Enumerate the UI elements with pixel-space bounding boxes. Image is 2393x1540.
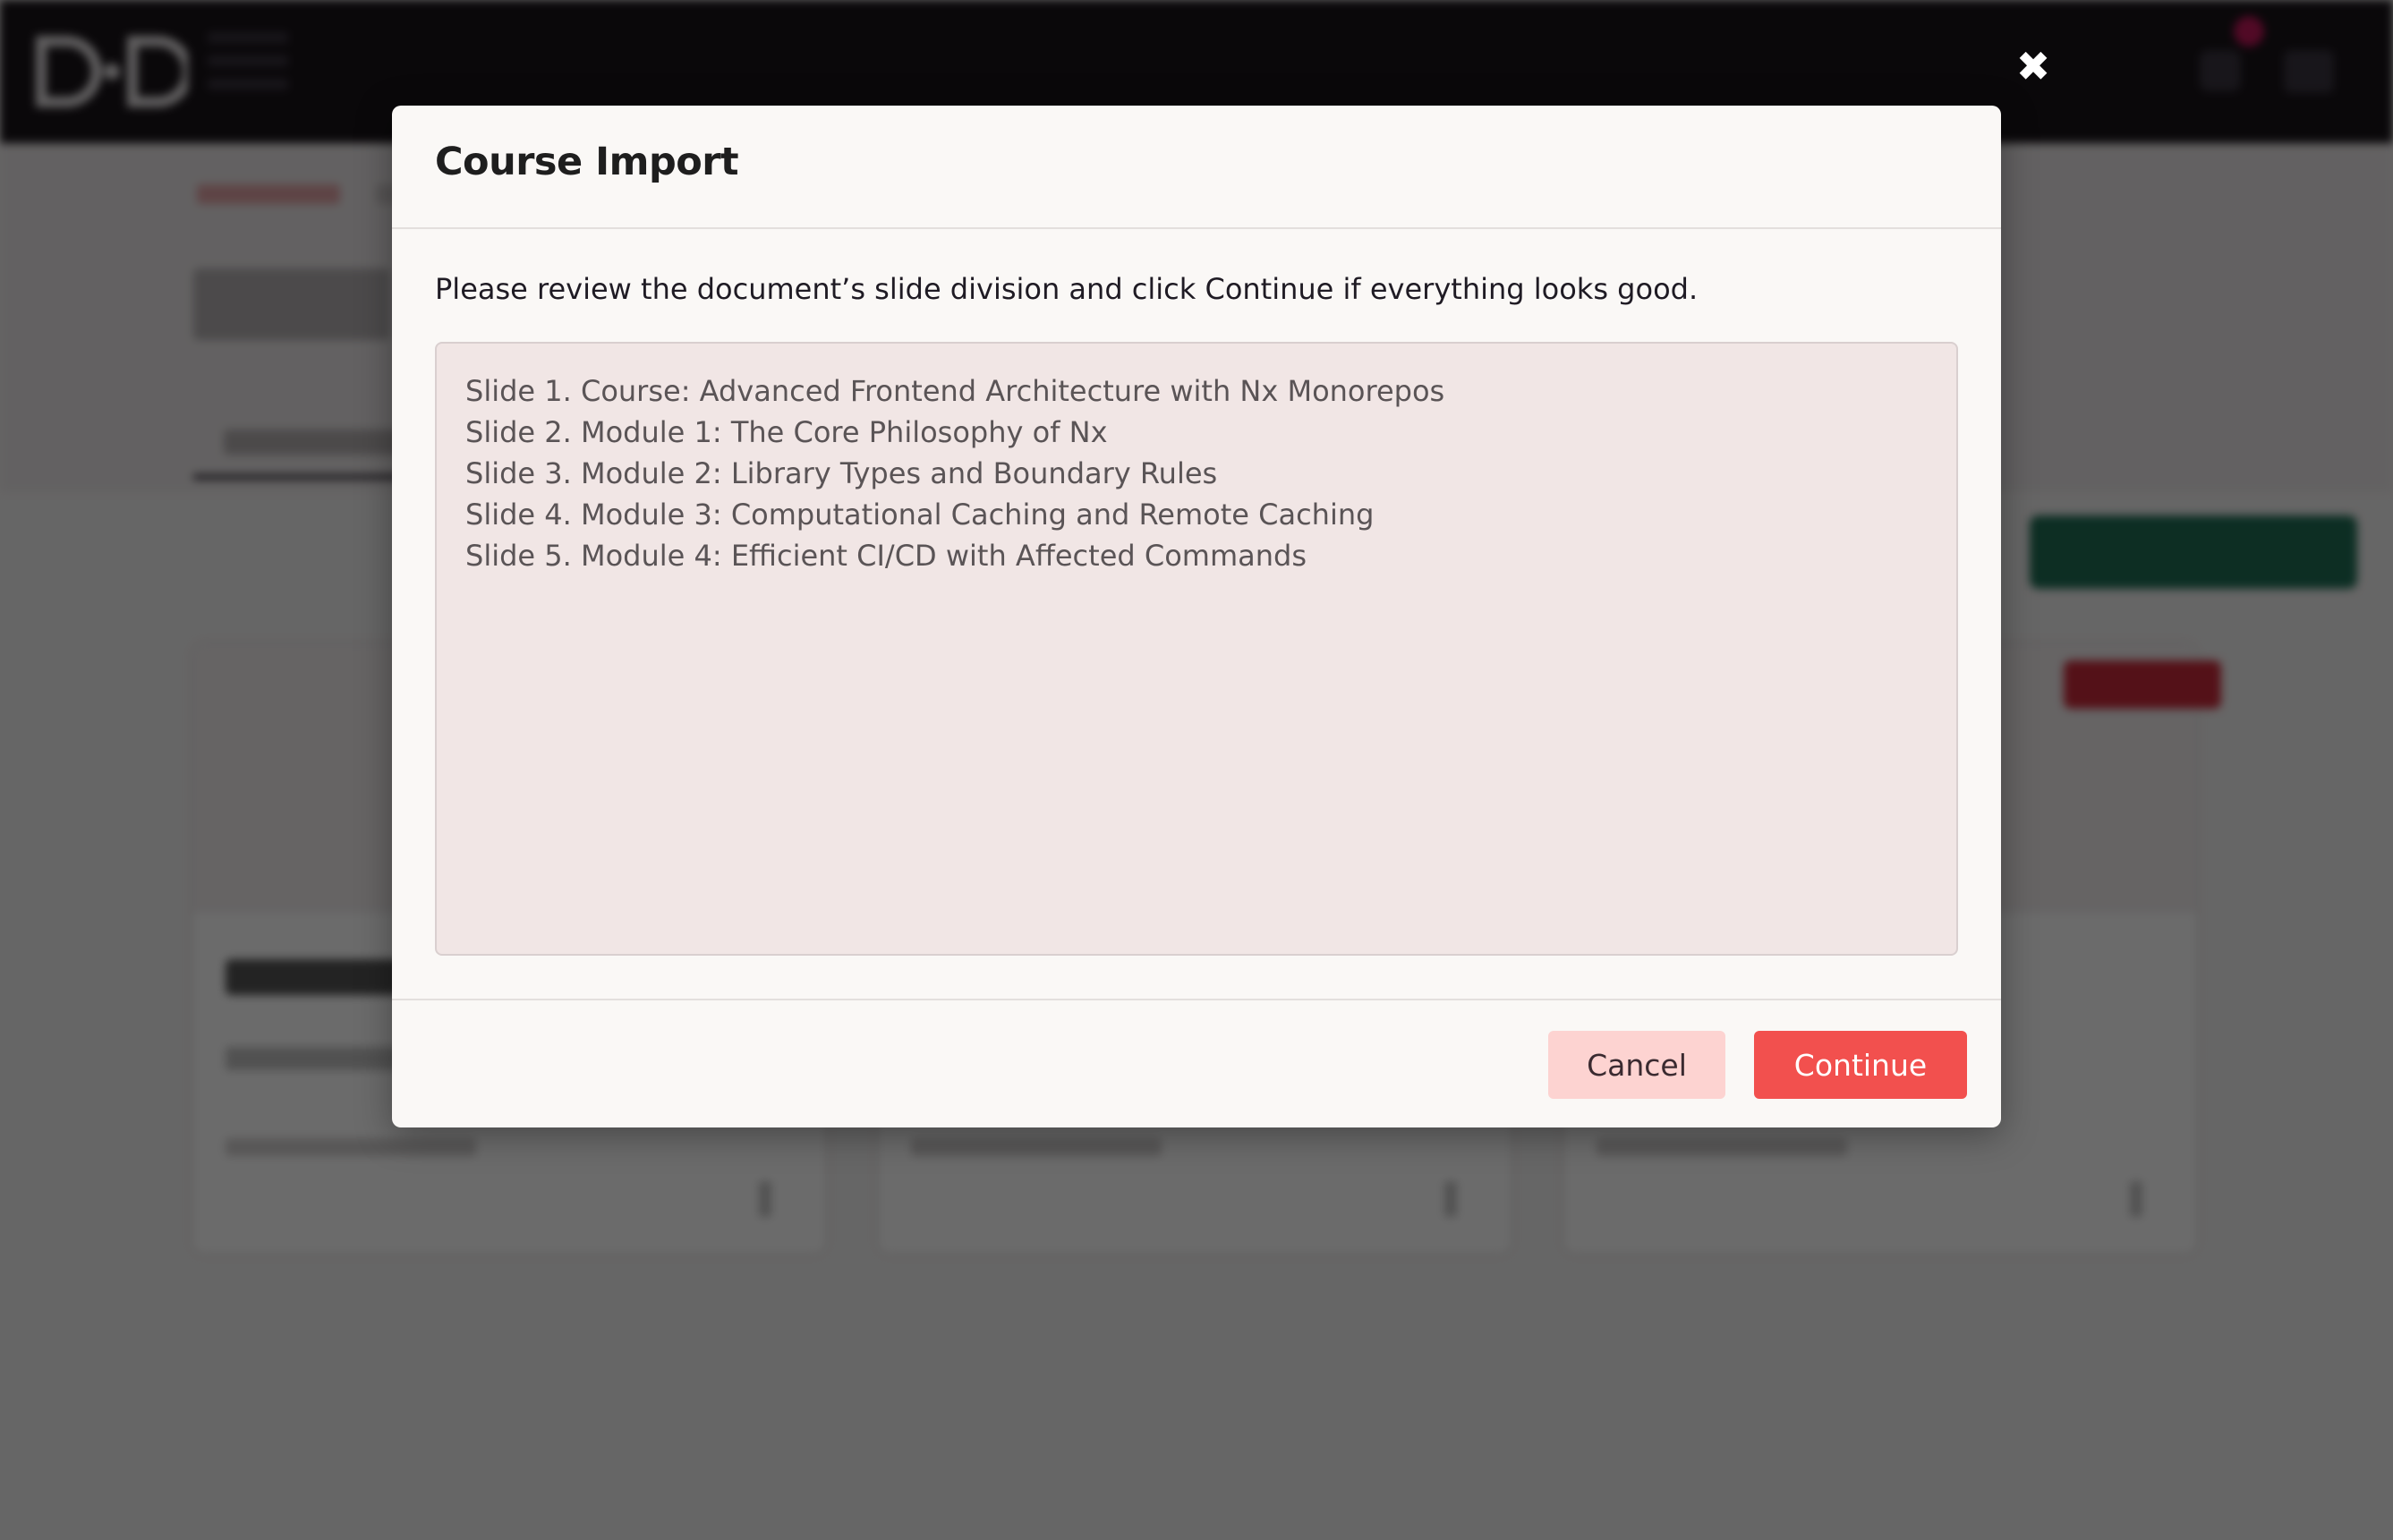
slide-item: Slide 5. Module 4: Efficient CI/CD with … bbox=[465, 539, 1307, 573]
dialog-description: Please review the document’s slide divis… bbox=[435, 272, 1699, 306]
slide-item: Slide 2. Module 1: The Core Philosophy o… bbox=[465, 415, 1108, 449]
cancel-button[interactable]: Cancel bbox=[1548, 1031, 1725, 1099]
close-icon[interactable]: ✖ bbox=[2014, 46, 2053, 87]
slide-item: Slide 1. Course: Advanced Frontend Archi… bbox=[465, 374, 1445, 408]
slide-item: Slide 3. Module 2: Library Types and Bou… bbox=[465, 456, 1218, 490]
slide-item: Slide 4. Module 3: Computational Caching… bbox=[465, 498, 1375, 532]
dialog-title: Course Import bbox=[435, 140, 739, 184]
course-import-dialog: Course Import Please review the document… bbox=[392, 106, 2001, 1127]
continue-button[interactable]: Continue bbox=[1754, 1031, 1967, 1099]
dialog-footer-divider bbox=[392, 999, 2001, 1000]
slide-division-preview[interactable]: Slide 1. Course: Advanced Frontend Archi… bbox=[435, 342, 1958, 956]
